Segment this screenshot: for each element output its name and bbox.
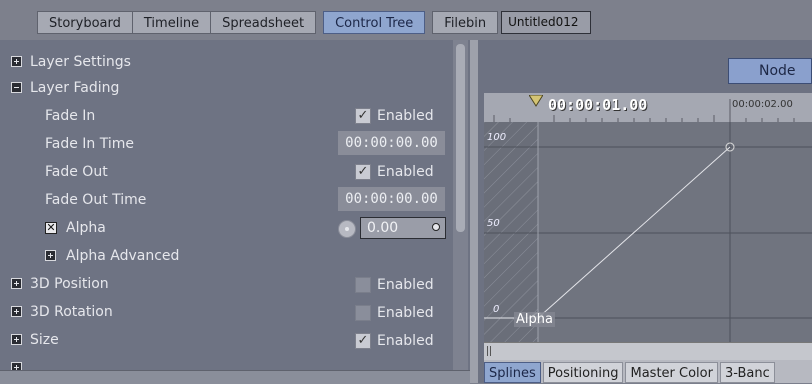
- 3d-rotation-enabled-label: Enabled: [377, 305, 434, 321]
- node-button[interactable]: Node: [728, 58, 812, 84]
- horizontal-scrollbar[interactable]: [0, 370, 470, 384]
- fade-out-enabled-label: Enabled: [377, 164, 434, 180]
- fade-out-checkbox[interactable]: ✓: [355, 164, 371, 180]
- expand-plus-icon[interactable]: [11, 334, 22, 345]
- fade-out-time-field[interactable]: 00:00:00.00: [338, 187, 445, 211]
- scrollbar-thumb[interactable]: [456, 44, 465, 232]
- tab-3-band[interactable]: 3-Banc: [719, 362, 775, 383]
- scroll-grip: [487, 346, 488, 356]
- tree-label: Alpha: [66, 220, 106, 236]
- size-enabled-label: Enabled: [377, 333, 434, 349]
- 3d-position-checkbox[interactable]: [355, 277, 371, 293]
- 3d-position-enabled-label: Enabled: [377, 277, 434, 293]
- current-time-label: 00:00:01.00: [548, 96, 648, 114]
- fade-in-time-field[interactable]: 00:00:00.00: [338, 131, 445, 155]
- expand-plus-icon[interactable]: [11, 56, 22, 67]
- tree-label: Fade In: [45, 108, 96, 124]
- tab-gap: [425, 11, 432, 36]
- scroll-grip: [490, 346, 491, 356]
- tree-label: Alpha Advanced: [66, 248, 180, 264]
- tab-master-color[interactable]: Master Color: [625, 362, 718, 383]
- editor-tabs: Splines Positioning Master Color 3-Banc: [484, 360, 812, 383]
- playhead-marker-icon[interactable]: [528, 94, 544, 108]
- ruler-tick-label: 00:00:02.00: [732, 99, 793, 110]
- 3d-rotation-checkbox[interactable]: [355, 305, 371, 321]
- expand-plus-icon[interactable]: [11, 278, 22, 289]
- tab-spreadsheet[interactable]: Spreadsheet: [211, 11, 317, 34]
- main-tabs: Storyboard Timeline Spreadsheet Control …: [37, 11, 592, 36]
- tree-label: Size: [30, 332, 59, 348]
- alpha-keyframe-checkbox[interactable]: ✕: [45, 222, 57, 234]
- curve-name-label: Alpha: [514, 312, 555, 327]
- collapse-minus-icon[interactable]: [11, 82, 22, 93]
- tree-label: Fade In Time: [45, 136, 135, 152]
- tab-gap: [316, 11, 323, 36]
- y-label-50: 50: [487, 218, 500, 229]
- tree-label: 3D Position: [30, 276, 109, 292]
- tree-label: 3D Rotation: [30, 304, 113, 320]
- tab-filebin[interactable]: Filebin: [432, 11, 499, 34]
- y-label-0: 0: [493, 304, 500, 315]
- fade-in-checkbox[interactable]: ✓: [355, 108, 371, 124]
- top-tab-bar: Storyboard Timeline Spreadsheet Control …: [0, 0, 812, 41]
- alpha-value-field[interactable]: 0.00: [360, 217, 446, 239]
- spline-graph[interactable]: 100 50 0 Alpha: [484, 122, 812, 342]
- size-checkbox[interactable]: ✓: [355, 333, 371, 349]
- tree-label: Layer Settings: [30, 54, 131, 70]
- alpha-dial-knob[interactable]: [338, 220, 356, 238]
- tree-label: Fade Out: [45, 164, 108, 180]
- expand-plus-icon[interactable]: [11, 306, 22, 317]
- time-ruler[interactable]: 00:00:01.00 00:00:02.00: [484, 93, 812, 123]
- keyframe-dot-icon[interactable]: [432, 223, 440, 231]
- tree-label: Layer Fading: [30, 80, 120, 96]
- graph-horizontal-scrollbar[interactable]: [484, 342, 812, 361]
- tab-positioning[interactable]: Positioning: [542, 362, 624, 383]
- y-label-100: 100: [487, 132, 507, 143]
- alpha-value: 0.00: [367, 220, 399, 236]
- fade-in-enabled-label: Enabled: [377, 108, 434, 124]
- tree-label: Fade Out Time: [45, 192, 147, 208]
- graph-canvas: [484, 122, 812, 342]
- tab-timeline[interactable]: Timeline: [132, 11, 212, 34]
- document-name-field[interactable]: Untitled012: [501, 11, 592, 34]
- tab-control-tree[interactable]: Control Tree: [323, 11, 426, 34]
- tab-splines[interactable]: Splines: [484, 362, 541, 383]
- tab-storyboard[interactable]: Storyboard: [37, 11, 133, 34]
- expand-plus-icon[interactable]: [45, 250, 56, 261]
